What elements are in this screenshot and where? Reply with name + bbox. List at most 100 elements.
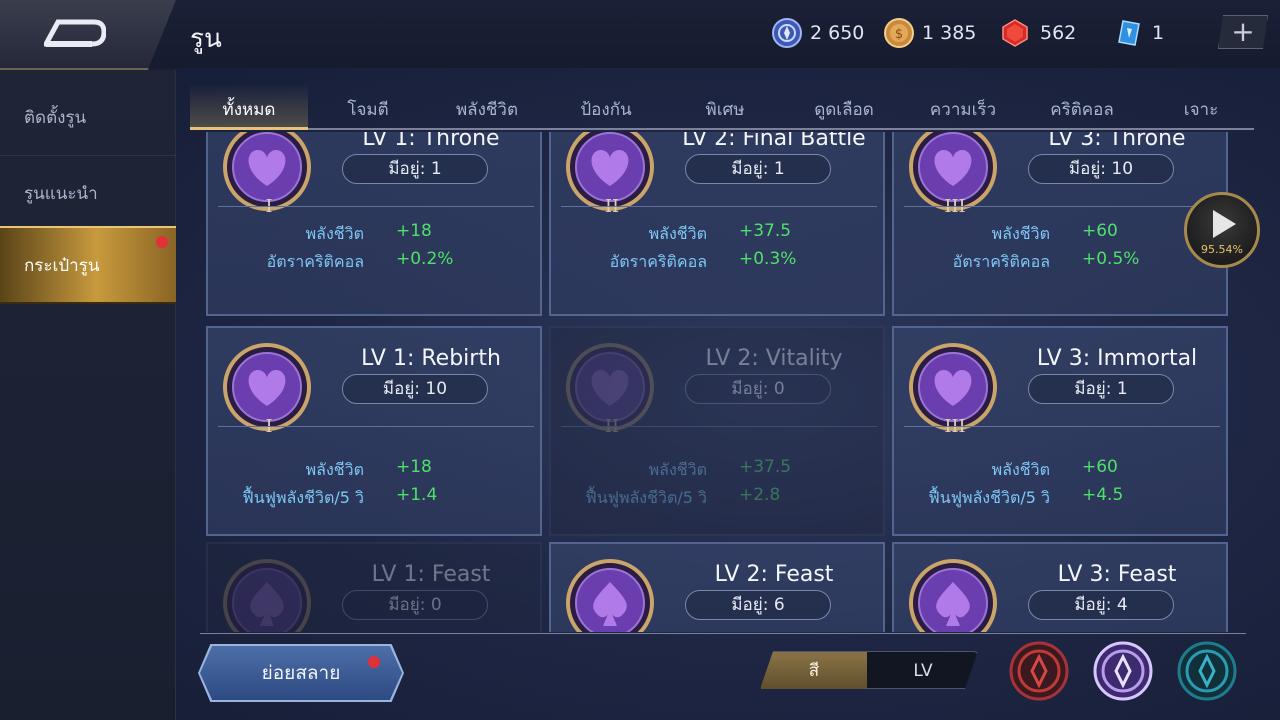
rune-owned-count: มีอยู่: 0 <box>685 374 831 404</box>
rune-card[interactable]: I LV 1: Rebirth มีอยู่: 10 พลังชีวิต +18… <box>206 326 542 536</box>
stat-name: ฟื้นฟูพลังชีวิต/5 วิ <box>585 488 707 507</box>
blue-coin-icon <box>772 18 802 48</box>
stat-name: พลังชีวิต <box>991 224 1050 243</box>
purple-rune-filter-icon[interactable] <box>1092 640 1154 702</box>
rune-owned-count: มีอยู่: 1 <box>685 154 831 184</box>
rune-title: LV 1: Feast <box>371 562 491 587</box>
divider <box>904 206 1220 207</box>
sidebar-item-label: รูนแนะนำ <box>24 184 98 204</box>
sidebar-item-recommended-rune[interactable]: รูนแนะนำ <box>0 156 176 232</box>
back-arrow-icon <box>44 19 106 47</box>
red-gem-icon <box>1002 19 1028 47</box>
cyan-rune-filter-icon[interactable] <box>1176 640 1238 702</box>
play-icon <box>1213 210 1236 238</box>
currency-value: 562 <box>1040 22 1077 44</box>
stat-name: อัตราคริติคอล <box>609 252 707 271</box>
rune-owned-count: มีอยู่: 10 <box>342 374 488 404</box>
add-currency-button[interactable]: + <box>1218 15 1268 49</box>
rune-title: LV 3: Immortal <box>1036 346 1198 371</box>
rune-title: LV 2: Final Battle <box>682 132 866 151</box>
sort-by-level-button[interactable]: LV <box>867 652 978 689</box>
stat-name: พลังชีวิต <box>305 224 364 243</box>
stat-name: พลังชีวิต <box>991 460 1050 479</box>
stat-value: +60 <box>1082 221 1118 241</box>
tab-critical[interactable]: คริติคอล <box>1023 84 1141 130</box>
sidebar: ติดตั้งรูน รูนแนะนำ กระเป๋ารูน <box>0 70 176 720</box>
rune-grid: I LV 1: Throne มีอยู่: 1 พลังชีวิต +18 อ… <box>200 132 1250 632</box>
rune-card-locked[interactable]: II LV 2: Vitality มีอยู่: 0 พลังชีวิต +3… <box>549 326 885 536</box>
currency-value: 2 650 <box>810 22 865 44</box>
rune-title: LV 3: Throne <box>1048 132 1186 151</box>
tab-penetration[interactable]: เจาะ <box>1142 84 1260 130</box>
dismantle-button[interactable]: ย่อยสลาย <box>200 646 402 700</box>
rune-owned-count: มีอยู่: 0 <box>342 590 488 620</box>
stat-name: อัตราคริติคอล <box>266 252 364 271</box>
play-button[interactable]: 95.54% <box>1184 192 1260 268</box>
tab-defense[interactable]: ป้องกัน <box>547 84 665 130</box>
stat-value: +37.5 <box>739 457 792 477</box>
divider <box>904 426 1220 427</box>
stat-value: +2.8 <box>739 485 781 505</box>
rune-owned-count: มีอยู่: 4 <box>1028 590 1174 620</box>
rune-title: LV 2: Vitality <box>705 346 843 371</box>
stat-value: +18 <box>396 221 432 241</box>
divider <box>218 426 534 427</box>
stat-name: พลังชีวิต <box>648 224 707 243</box>
sidebar-item-label: ติดตั้งรูน <box>24 108 87 128</box>
stat-name: อัตราคริติคอล <box>952 252 1050 271</box>
stat-value: +0.2% <box>396 249 454 269</box>
notification-dot <box>368 656 380 668</box>
currency-gold-coin[interactable]: $ 1 385 <box>884 16 976 50</box>
stat-value: +18 <box>396 457 432 477</box>
top-bar: รูน 2 650 $ 1 385 562 1 + <box>0 0 1280 70</box>
stat-value: +1.4 <box>396 485 438 505</box>
page-title: รูน <box>190 24 222 54</box>
rune-card-locked[interactable]: LV 1: Feast มีอยู่: 0 <box>206 542 542 632</box>
sort-by-color-button[interactable]: สี <box>761 652 867 689</box>
sidebar-item-label: กระเป๋ารูน <box>24 256 100 276</box>
back-button[interactable] <box>0 0 176 70</box>
sidebar-item-install-rune[interactable]: ติดตั้งรูน <box>0 80 176 156</box>
category-tabs: ทั้งหมด โจมตี พลังชีวิต ป้องกัน พิเศษ ดู… <box>190 84 1254 130</box>
svg-text:$: $ <box>895 27 903 42</box>
tab-lifesteal[interactable]: ดูดเลือด <box>785 84 903 130</box>
currency-red-gem[interactable]: 562 <box>1000 16 1076 50</box>
stat-name: พลังชีวิต <box>648 460 707 479</box>
tab-speed[interactable]: ความเร็ว <box>904 84 1022 130</box>
currency-value: 1 <box>1152 22 1165 44</box>
rune-card[interactable]: LV 3: Feast มีอยู่: 4 <box>892 542 1228 632</box>
tab-special[interactable]: พิเศษ <box>666 84 784 130</box>
tab-attack[interactable]: โจมตี <box>309 84 427 130</box>
divider <box>561 206 877 207</box>
divider <box>200 633 1246 634</box>
sidebar-item-rune-bag[interactable]: กระเป๋ารูน <box>0 226 176 304</box>
rune-title: LV 1: Rebirth <box>361 346 501 371</box>
tab-hp[interactable]: พลังชีวิต <box>428 84 546 130</box>
stat-name: ฟื้นฟูพลังชีวิต/5 วิ <box>242 488 364 507</box>
blue-crystal-icon <box>1118 20 1140 46</box>
rune-card[interactable]: III LV 3: Immortal มีอยู่: 1 พลังชีวิต +… <box>892 326 1228 536</box>
rune-title: LV 2: Feast <box>714 562 834 587</box>
currency-blue-crystal[interactable]: 1 <box>1114 16 1164 50</box>
rune-owned-count: มีอยู่: 6 <box>685 590 831 620</box>
divider <box>218 206 534 207</box>
tab-all[interactable]: ทั้งหมด <box>190 84 308 130</box>
divider <box>561 426 877 427</box>
stat-value: +37.5 <box>739 221 792 241</box>
rune-card[interactable]: LV 2: Feast มีอยู่: 6 <box>549 542 885 632</box>
spade-rune-icon <box>566 559 654 632</box>
rune-owned-count: มีอยู่: 1 <box>1028 374 1174 404</box>
stat-name: พลังชีวิต <box>305 460 364 479</box>
rune-card[interactable]: II LV 2: Final Battle มีอยู่: 1 พลังชีวิ… <box>549 132 885 316</box>
sort-toggle: สี LV <box>760 651 978 689</box>
rune-card[interactable]: I LV 1: Throne มีอยู่: 1 พลังชีวิต +18 อ… <box>206 132 542 316</box>
rune-title: LV 3: Feast <box>1057 562 1177 587</box>
red-rune-filter-icon[interactable] <box>1008 640 1070 702</box>
currency-blue-coin[interactable]: 2 650 <box>772 16 864 50</box>
notification-dot <box>156 236 168 248</box>
rune-card[interactable]: III LV 3: Throne มีอยู่: 10 พลังชีวิต +6… <box>892 132 1228 316</box>
stat-name: ฟื้นฟูพลังชีวิต/5 วิ <box>928 488 1050 507</box>
rune-title: LV 1: Throne <box>362 132 500 151</box>
stat-value: +0.5% <box>1082 249 1140 269</box>
rune-owned-count: มีอยู่: 10 <box>1028 154 1174 184</box>
